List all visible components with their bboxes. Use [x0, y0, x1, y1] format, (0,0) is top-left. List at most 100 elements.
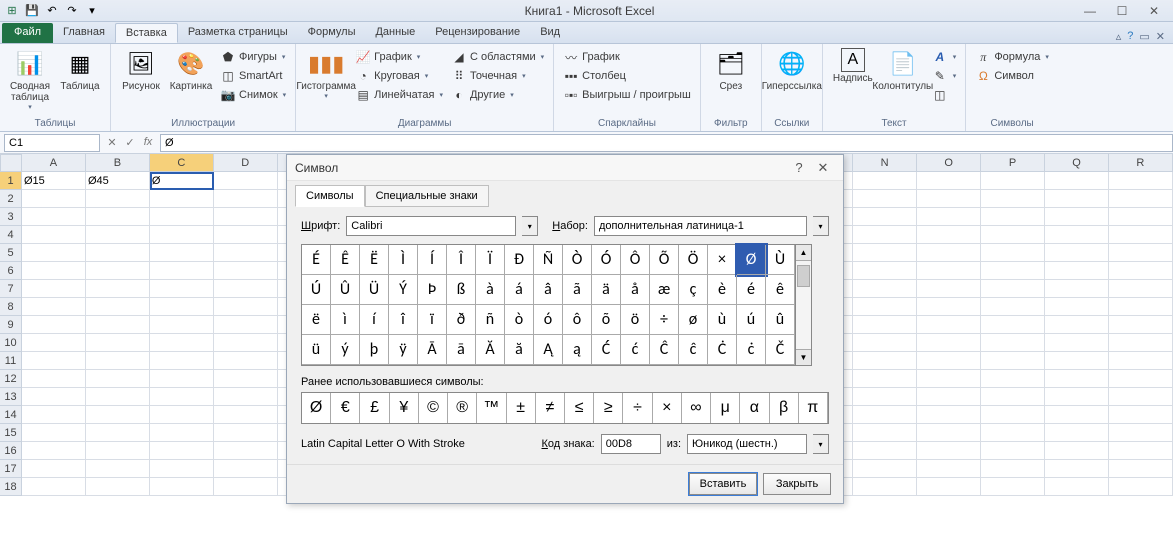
- insert-button[interactable]: Вставить: [689, 473, 757, 495]
- column-header[interactable]: N: [853, 154, 917, 172]
- recent-symbol[interactable]: ≤: [565, 393, 594, 423]
- cell[interactable]: [150, 406, 214, 424]
- symbol-cell[interactable]: Ì: [389, 245, 418, 275]
- tab-Вид[interactable]: Вид: [530, 23, 570, 43]
- sparkline-winloss-button[interactable]: ▫▪▫Выигрыш / проигрыш: [560, 86, 694, 104]
- symbol-cell[interactable]: æ: [650, 275, 679, 305]
- row-header[interactable]: 9: [0, 316, 22, 334]
- cell[interactable]: [1045, 298, 1109, 316]
- cell[interactable]: [214, 334, 278, 352]
- symbol-cell[interactable]: ĉ: [679, 335, 708, 365]
- cell[interactable]: [981, 370, 1045, 388]
- hyperlink-button[interactable]: 🌐Гиперссылка: [768, 46, 816, 94]
- cell[interactable]: [214, 406, 278, 424]
- cell[interactable]: [917, 190, 981, 208]
- symbol-cell[interactable]: Ú: [302, 275, 331, 305]
- symbol-cell[interactable]: Ü: [360, 275, 389, 305]
- recent-symbol[interactable]: ¥: [390, 393, 419, 423]
- cell[interactable]: [86, 442, 150, 460]
- cell[interactable]: [853, 280, 917, 298]
- cell[interactable]: [981, 190, 1045, 208]
- symbol-cell[interactable]: ú: [737, 305, 766, 335]
- line-chart-button[interactable]: 📈График: [352, 48, 446, 66]
- symbol-cell[interactable]: ä: [592, 275, 621, 305]
- cell[interactable]: [150, 244, 214, 262]
- cell[interactable]: [22, 442, 86, 460]
- symbol-cell[interactable]: ü: [302, 335, 331, 365]
- cell[interactable]: [86, 388, 150, 406]
- symbol-cell[interactable]: î: [389, 305, 418, 335]
- recent-symbol[interactable]: Ø: [302, 393, 331, 423]
- cell[interactable]: [1109, 406, 1173, 424]
- cell[interactable]: [981, 244, 1045, 262]
- cell[interactable]: [1045, 226, 1109, 244]
- scroll-up-icon[interactable]: ▲: [796, 245, 811, 261]
- symbol-cell[interactable]: Ô: [621, 245, 650, 275]
- symbol-cell[interactable]: ć: [621, 335, 650, 365]
- symbol-cell[interactable]: ā: [447, 335, 476, 365]
- cell[interactable]: [150, 280, 214, 298]
- symbol-cell[interactable]: å: [621, 275, 650, 305]
- cell[interactable]: [917, 424, 981, 442]
- cell[interactable]: [853, 442, 917, 460]
- cell[interactable]: [1045, 460, 1109, 478]
- select-all-corner[interactable]: [0, 154, 22, 172]
- cell[interactable]: [917, 316, 981, 334]
- cell[interactable]: [981, 298, 1045, 316]
- cell[interactable]: [214, 298, 278, 316]
- cell[interactable]: [22, 190, 86, 208]
- cell[interactable]: [853, 226, 917, 244]
- cell[interactable]: [22, 406, 86, 424]
- symbol-button[interactable]: ΩСимвол: [972, 67, 1052, 85]
- cell[interactable]: [917, 352, 981, 370]
- sparkline-column-button[interactable]: ▪▪▪Столбец: [560, 67, 694, 85]
- cell[interactable]: [214, 316, 278, 334]
- cell[interactable]: [150, 478, 214, 496]
- cell[interactable]: [853, 424, 917, 442]
- cell[interactable]: [214, 352, 278, 370]
- symbol-cell[interactable]: ì: [331, 305, 360, 335]
- cell[interactable]: [22, 262, 86, 280]
- cell[interactable]: [981, 352, 1045, 370]
- row-header[interactable]: 10: [0, 334, 22, 352]
- symbol-cell[interactable]: ñ: [476, 305, 505, 335]
- row-header[interactable]: 7: [0, 280, 22, 298]
- symbol-cell[interactable]: ø: [679, 305, 708, 335]
- cell[interactable]: [214, 190, 278, 208]
- symbol-scrollbar[interactable]: ▲ ▼: [796, 244, 812, 366]
- cell[interactable]: [1109, 262, 1173, 280]
- cell[interactable]: [214, 370, 278, 388]
- cell[interactable]: [214, 244, 278, 262]
- cell[interactable]: [1045, 352, 1109, 370]
- cell[interactable]: [86, 208, 150, 226]
- sparkline-line-button[interactable]: 〰График: [560, 48, 694, 66]
- cell[interactable]: Ø45: [86, 172, 150, 190]
- row-header[interactable]: 8: [0, 298, 22, 316]
- cell[interactable]: [86, 244, 150, 262]
- fx-icon[interactable]: fx: [140, 136, 156, 149]
- recent-symbol[interactable]: β: [770, 393, 799, 423]
- row-header[interactable]: 18: [0, 478, 22, 496]
- symbol-cell[interactable]: Í: [418, 245, 447, 275]
- redo-icon[interactable]: ↷: [64, 3, 80, 19]
- area-chart-button[interactable]: ◢С областями: [448, 48, 547, 66]
- cell[interactable]: [214, 442, 278, 460]
- cell[interactable]: [853, 460, 917, 478]
- recent-symbol[interactable]: ∞: [682, 393, 711, 423]
- symbol-cell[interactable]: Ë: [360, 245, 389, 275]
- symbol-cell[interactable]: è: [708, 275, 737, 305]
- cell[interactable]: [853, 262, 917, 280]
- from-combo[interactable]: Юникод (шестн.): [687, 434, 807, 454]
- cell[interactable]: [1109, 316, 1173, 334]
- cell[interactable]: [1045, 190, 1109, 208]
- column-header[interactable]: B: [86, 154, 150, 172]
- symbol-cell[interactable]: Ą: [534, 335, 563, 365]
- cell[interactable]: [853, 316, 917, 334]
- column-header[interactable]: D: [214, 154, 278, 172]
- cell[interactable]: [86, 352, 150, 370]
- cell[interactable]: [1045, 442, 1109, 460]
- recent-symbol[interactable]: ×: [653, 393, 682, 423]
- cell[interactable]: [86, 226, 150, 244]
- pivot-table-button[interactable]: 📊Сводная таблица▾: [6, 46, 54, 113]
- cell[interactable]: [981, 280, 1045, 298]
